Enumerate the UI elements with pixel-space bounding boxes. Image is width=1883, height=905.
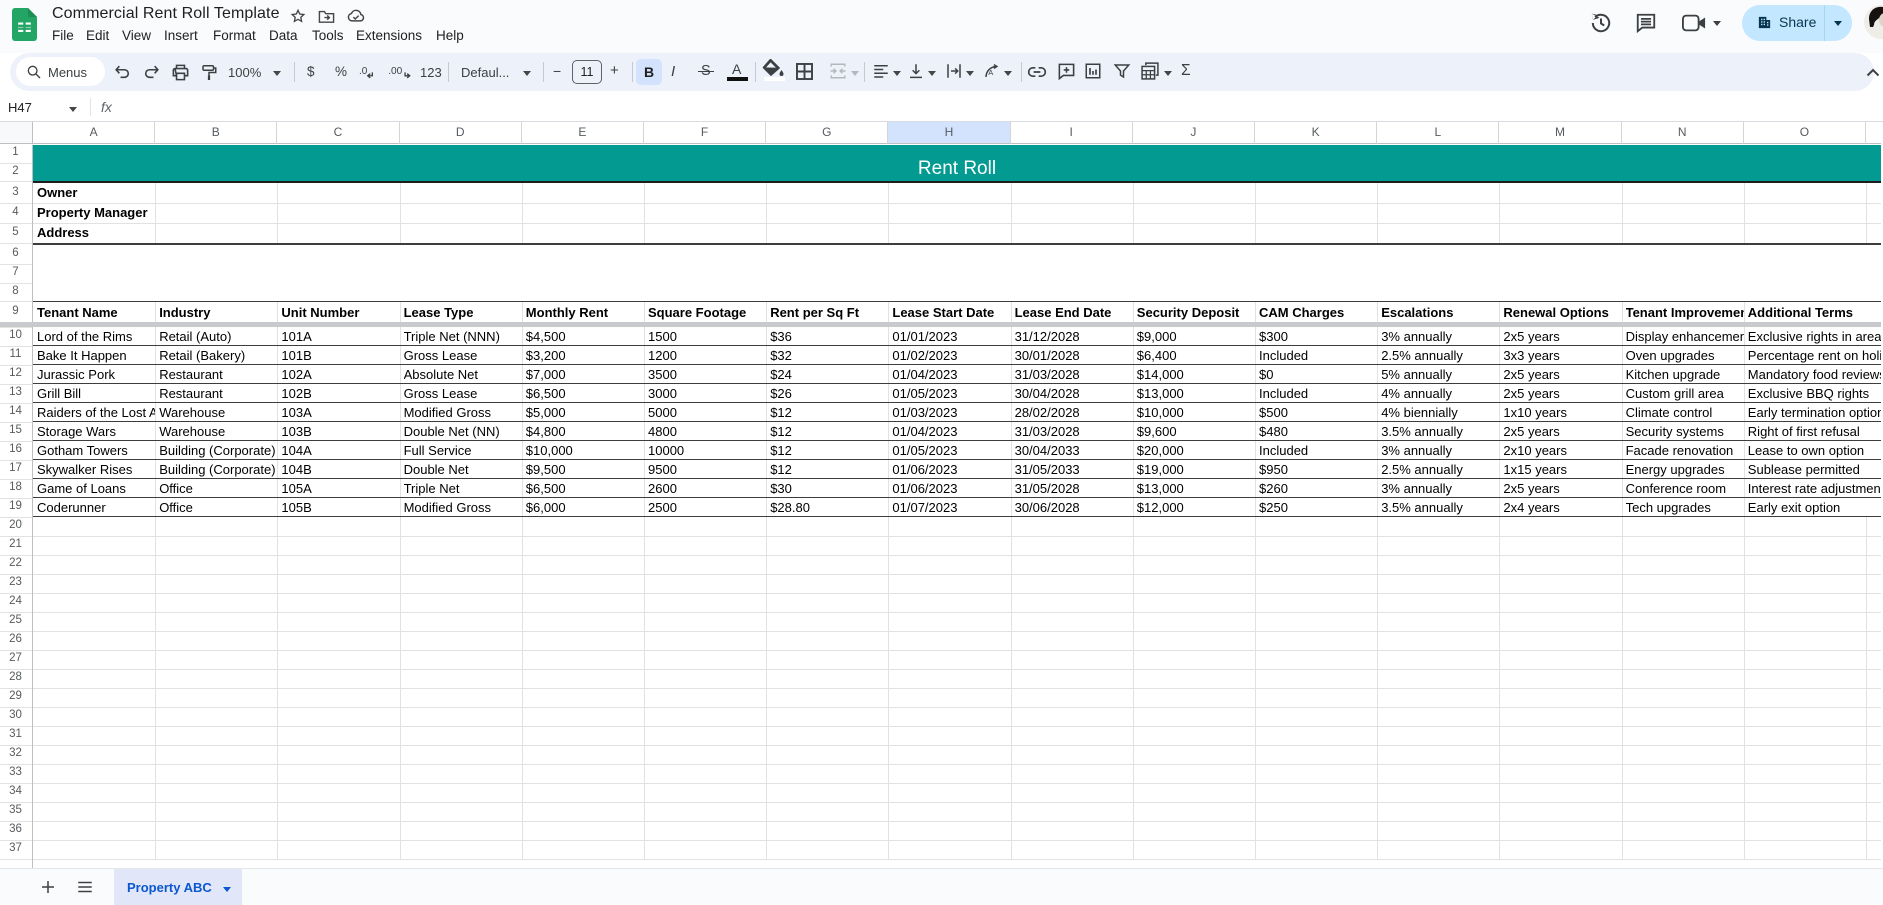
svg-text:.0: .0 bbox=[359, 66, 368, 77]
svg-text:.00: .00 bbox=[388, 66, 402, 77]
svg-text:A: A bbox=[988, 68, 993, 77]
